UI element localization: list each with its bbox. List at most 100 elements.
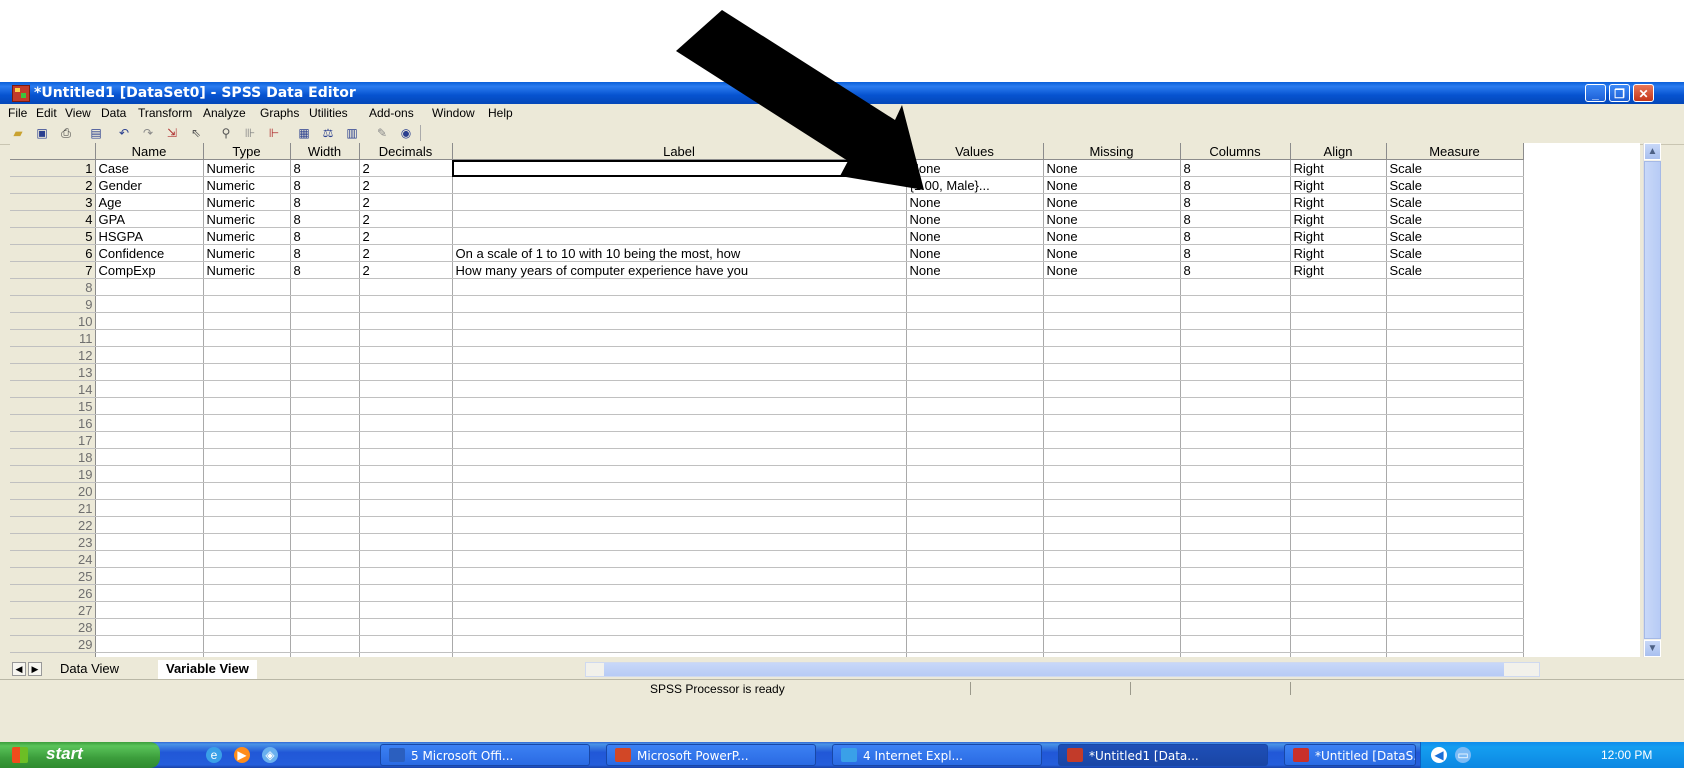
empty-cell[interactable] [1180,482,1291,500]
cell-align[interactable]: Right [1290,210,1387,228]
empty-cell[interactable] [906,652,1044,657]
empty-cell[interactable] [1043,278,1181,296]
cell-columns[interactable]: 8 [1180,261,1291,279]
variable-row[interactable]: 4 GPA Numeric 8 2 None None 8 Right Scale [10,210,1524,228]
cell-align[interactable]: Right [1290,244,1387,262]
empty-cell[interactable] [1180,329,1291,347]
cell-columns[interactable]: 8 [1180,193,1291,211]
split-file-icon[interactable]: ▦ [296,126,312,140]
empty-cell[interactable] [290,414,360,432]
empty-cell[interactable] [359,397,453,415]
cell-missing[interactable]: None [1043,159,1181,177]
empty-cell[interactable] [1290,550,1387,568]
empty-cell[interactable] [203,363,291,381]
column-header-name[interactable]: Name [95,143,204,160]
empty-cell[interactable] [452,278,907,296]
empty-cell[interactable] [95,516,204,534]
cell-missing[interactable]: None [1043,244,1181,262]
empty-cell[interactable] [203,584,291,602]
empty-cell[interactable] [452,499,907,517]
empty-cell[interactable] [203,652,291,657]
row-number[interactable]: 4 [10,210,96,228]
empty-cell[interactable] [290,431,360,449]
variable-row[interactable]: 1 Case Numeric 8 2 None None 8 Right Scale [10,159,1524,177]
cell-label[interactable] [452,159,907,177]
cell-name[interactable]: Age [95,193,204,211]
empty-cell[interactable] [290,567,360,585]
start-button[interactable]: start [0,742,160,768]
empty-row[interactable]: 23 [10,533,1524,551]
empty-cell[interactable] [359,635,453,653]
column-header-label[interactable]: Label [452,143,907,160]
cell-values[interactable]: None [906,159,1044,177]
row-number[interactable]: 18 [10,448,96,466]
empty-cell[interactable] [452,652,907,657]
empty-cell[interactable] [906,329,1044,347]
empty-cell[interactable] [290,397,360,415]
empty-cell[interactable] [1290,652,1387,657]
empty-cell[interactable] [1386,346,1524,364]
empty-cell[interactable] [1386,516,1524,534]
empty-cell[interactable] [1180,652,1291,657]
cell-decimals[interactable]: 2 [359,210,453,228]
cell-measure[interactable]: Scale [1386,193,1524,211]
vertical-scroll-thumb[interactable] [1644,161,1661,639]
empty-cell[interactable] [290,312,360,330]
empty-cell[interactable] [95,533,204,551]
row-number[interactable]: 29 [10,635,96,653]
menu-file[interactable]: File [8,106,27,120]
cell-label[interactable] [452,227,907,245]
empty-cell[interactable] [906,431,1044,449]
empty-cell[interactable] [452,482,907,500]
column-header-align[interactable]: Align [1290,143,1387,160]
empty-cell[interactable] [906,618,1044,636]
empty-cell[interactable] [290,380,360,398]
empty-cell[interactable] [1290,278,1387,296]
empty-cell[interactable] [1290,380,1387,398]
empty-cell[interactable] [359,431,453,449]
empty-cell[interactable] [452,397,907,415]
scroll-down-button[interactable]: ▼ [1644,640,1661,657]
row-number[interactable]: 27 [10,601,96,619]
title-bar[interactable]: *Untitled1 [DataSet0] - SPSS Data Editor… [0,82,1684,104]
menu-transform[interactable]: Transform [138,106,192,120]
empty-cell[interactable] [1386,601,1524,619]
tab-data-view[interactable]: Data View [52,660,127,679]
horizontal-scroll-thumb[interactable] [604,663,1504,676]
empty-cell[interactable] [452,618,907,636]
empty-row[interactable]: 30 [10,652,1524,657]
empty-cell[interactable] [1180,431,1291,449]
cell-missing[interactable]: None [1043,210,1181,228]
empty-cell[interactable] [290,295,360,313]
empty-cell[interactable] [452,465,907,483]
cell-missing[interactable]: None [1043,193,1181,211]
empty-cell[interactable] [906,278,1044,296]
cell-measure[interactable]: Scale [1386,210,1524,228]
empty-cell[interactable] [1386,499,1524,517]
empty-cell[interactable] [1386,278,1524,296]
empty-cell[interactable] [203,465,291,483]
empty-cell[interactable] [203,601,291,619]
find-icon[interactable]: ⚲ [218,126,234,140]
cell-label[interactable] [452,210,907,228]
empty-cell[interactable] [203,329,291,347]
cell-align[interactable]: Right [1290,193,1387,211]
empty-row[interactable]: 19 [10,465,1524,483]
cell-columns[interactable]: 8 [1180,159,1291,177]
cell-name[interactable]: Case [95,159,204,177]
vertical-scrollbar[interactable]: ▲ ▼ [1643,143,1661,657]
cell-measure[interactable]: Scale [1386,244,1524,262]
empty-cell[interactable] [1386,635,1524,653]
empty-cell[interactable] [452,363,907,381]
row-number[interactable]: 10 [10,312,96,330]
row-number[interactable]: 2 [10,176,96,194]
row-number[interactable]: 15 [10,397,96,415]
empty-cell[interactable] [452,601,907,619]
empty-cell[interactable] [203,380,291,398]
empty-cell[interactable] [95,448,204,466]
internet-explorer-quicklaunch-icon[interactable]: e [206,747,222,763]
row-number[interactable]: 21 [10,499,96,517]
cell-width[interactable]: 8 [290,176,360,194]
empty-cell[interactable] [906,601,1044,619]
empty-cell[interactable] [290,652,360,657]
